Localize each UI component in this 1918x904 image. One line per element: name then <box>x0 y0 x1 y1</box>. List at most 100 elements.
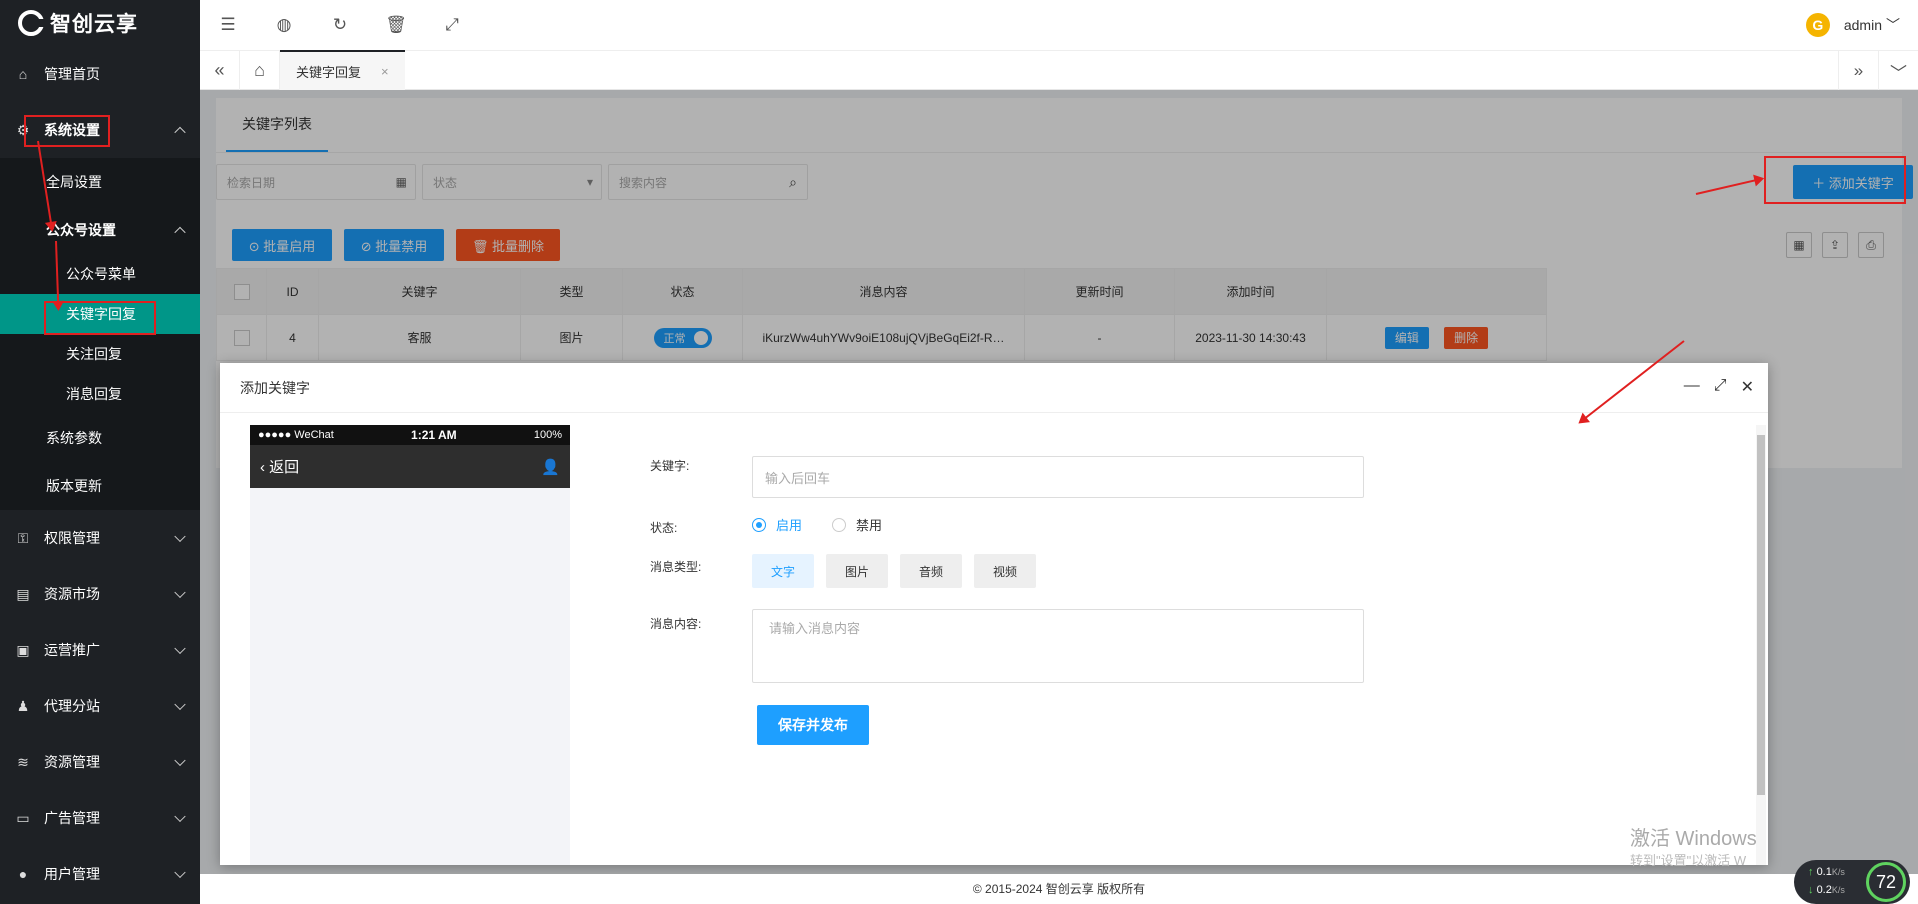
add-keyword-dialog: 添加关键字 — ⤢ ✕ ●●●●● WeChat 1:21 AM 100% ‹ … <box>220 363 1768 865</box>
content-label: 消息内容: <box>650 617 702 631</box>
home-tab-icon[interactable]: ⌂ <box>240 50 280 90</box>
user-icon: ● <box>18 866 28 882</box>
globe-icon[interactable]: ◍ <box>256 0 312 50</box>
sidebar-item-label: 版本更新 <box>46 478 102 494</box>
fullscreen-icon[interactable]: ⤢ <box>424 0 480 50</box>
scrollbar-thumb[interactable] <box>1757 435 1765 795</box>
status-enable-radio[interactable]: 启用 <box>752 515 802 534</box>
save-publish-button[interactable]: 保存并发布 <box>757 705 869 745</box>
sidebar-item-label: 代理分站 <box>44 698 100 714</box>
sidebar-item-label: 系统参数 <box>46 430 102 446</box>
phone-back: ‹ 返回 <box>260 459 300 476</box>
network-speed-widget: ↑ 0.1K/s ↓ 0.2K/s 72 <box>1794 860 1910 904</box>
brand-name: 智创云享 <box>50 13 138 36</box>
avatar: G <box>1805 13 1830 37</box>
tabs-scroll-right-icon[interactable]: » <box>1838 51 1878 91</box>
keyword-input[interactable]: 输入后回车 <box>752 456 1364 498</box>
phone-user-icon: 👤 <box>541 458 560 476</box>
tabs-scroll-left-icon[interactable]: « <box>200 50 240 90</box>
sidebar-item-label: 全局设置 <box>46 174 102 190</box>
sidebar-item-resource-market[interactable]: ▤ 资源市场 <box>0 566 200 622</box>
type-image-button[interactable]: 图片 <box>826 554 888 588</box>
speed-unit: K/s <box>1831 885 1845 895</box>
radio-unchecked-icon <box>832 517 846 532</box>
phone-battery: 100% <box>533 429 562 441</box>
sidebar-item-follow-reply[interactable]: 关注回复 <box>0 334 200 374</box>
annotation-box-add-button <box>1764 156 1906 204</box>
menu-fold-icon[interactable]: ☰ <box>200 0 256 50</box>
sidebar-item-label: 运营推广 <box>44 642 100 658</box>
layers-icon: ≋ <box>17 753 29 770</box>
chevron-down-icon <box>174 642 186 655</box>
sidebar-item-label: 资源市场 <box>44 586 100 602</box>
sidebar-item-home[interactable]: ⌂ 管理首页 <box>0 46 200 102</box>
chevron-down-icon <box>174 586 186 599</box>
logo-icon <box>18 10 44 36</box>
phone-nav-bar: ‹ 返回 👤 <box>250 445 570 488</box>
phone-status-bar: ●●●●● WeChat 1:21 AM 100% <box>250 425 570 445</box>
sidebar-item-system-params[interactable]: 系统参数 <box>0 414 200 462</box>
sidebar-item-users[interactable]: ● 用户管理 <box>0 846 200 902</box>
ad-icon: ▭ <box>16 809 30 826</box>
sidebar-item-operations[interactable]: ▣ 运营推广 <box>0 622 200 678</box>
minimize-icon[interactable]: — <box>1684 377 1700 397</box>
sidebar-item-mp-menu[interactable]: 公众号菜单 <box>0 254 200 294</box>
user-key-icon: ⚿ <box>17 529 29 546</box>
radio-label: 禁用 <box>856 518 883 533</box>
memory-gauge: 72 <box>1866 862 1906 902</box>
sidebar-item-resource-manage[interactable]: ≋ 资源管理 <box>0 734 200 790</box>
store-icon: ▤ <box>16 585 30 602</box>
chevron-down-icon: ﹀ <box>1886 17 1900 33</box>
sidebar-item-label: 资源管理 <box>44 754 100 770</box>
sidebar-item-label: 公众号菜单 <box>66 266 136 282</box>
sidebar-item-label: 用户管理 <box>44 866 100 882</box>
dialog-title: 添加关键字 <box>240 379 310 396</box>
sidebar-item-agent[interactable]: ♟ 代理分站 <box>0 678 200 734</box>
type-video-button[interactable]: 视频 <box>974 554 1036 588</box>
upload-value: 0.1 <box>1816 866 1832 878</box>
footer-copyright: © 2015-2024 智创云享 版权所有 <box>972 882 1146 896</box>
tab-keyword-reply[interactable]: 关键字回复 × <box>280 50 405 90</box>
chevron-down-icon <box>174 698 186 711</box>
radio-checked-icon <box>752 517 766 532</box>
home-icon: ⌂ <box>18 66 28 82</box>
phone-carrier: ●●●●● WeChat <box>258 429 334 441</box>
download-speed: ↓ 0.2K/s <box>1808 884 1845 896</box>
maximize-icon[interactable]: ⤢ <box>1714 377 1727 397</box>
sidebar-item-ads[interactable]: ▭ 广告管理 <box>0 790 200 846</box>
chevron-down-icon <box>174 810 186 823</box>
status-disable-radio[interactable]: 禁用 <box>832 515 882 534</box>
close-icon[interactable]: × <box>381 64 389 79</box>
upload-speed: ↑ 0.1K/s <box>1808 866 1845 878</box>
trash-icon[interactable]: 🗑 <box>368 0 424 50</box>
content-textarea[interactable]: 请输入消息内容 <box>752 609 1364 683</box>
sidebar-item-label: 权限管理 <box>44 530 100 546</box>
user-menu[interactable]: G admin ﹀ <box>1805 13 1900 37</box>
windows-watermark-sub: 转到"设置"以激活 W <box>1630 853 1747 868</box>
sidebar-item-permissions[interactable]: ⚿ 权限管理 <box>0 510 200 566</box>
refresh-icon[interactable]: ↻ <box>312 0 368 50</box>
type-audio-button[interactable]: 音频 <box>900 554 962 588</box>
tab-bar: « ⌂ 关键字回复 × » ﹀ <box>200 50 1918 91</box>
sidebar-item-mp-settings[interactable]: 公众号设置 <box>0 206 200 254</box>
sidebar-item-message-reply[interactable]: 消息回复 <box>0 374 200 414</box>
tabs-menu-icon[interactable]: ﹀ <box>1878 51 1918 91</box>
sidebar-item-label: 管理首页 <box>44 66 100 82</box>
status-label: 状态: <box>650 521 678 535</box>
dialog-scrollbar[interactable] <box>1756 425 1766 865</box>
windows-watermark: 激活 Windows <box>1630 828 1757 850</box>
chevron-down-icon <box>174 754 186 767</box>
agent-icon: ♟ <box>16 697 30 714</box>
close-icon[interactable]: ✕ <box>1741 377 1754 397</box>
sidebar-item-version-update[interactable]: 版本更新 <box>0 462 200 510</box>
footer: © 2015-2024 智创云享 版权所有 <box>200 874 1918 904</box>
brand-logo[interactable]: 智创云享 <box>0 0 200 46</box>
type-text-button[interactable]: 文字 <box>752 554 814 588</box>
download-value: 0.2 <box>1816 884 1832 896</box>
sidebar-item-global-settings[interactable]: 全局设置 <box>0 158 200 206</box>
chevron-up-icon <box>174 226 186 239</box>
keyword-label: 关键字: <box>650 459 690 473</box>
sidebar-item-label: 关注回复 <box>66 346 122 362</box>
speed-unit: K/s <box>1831 867 1845 877</box>
sidebar-item-label: 消息回复 <box>66 386 122 402</box>
